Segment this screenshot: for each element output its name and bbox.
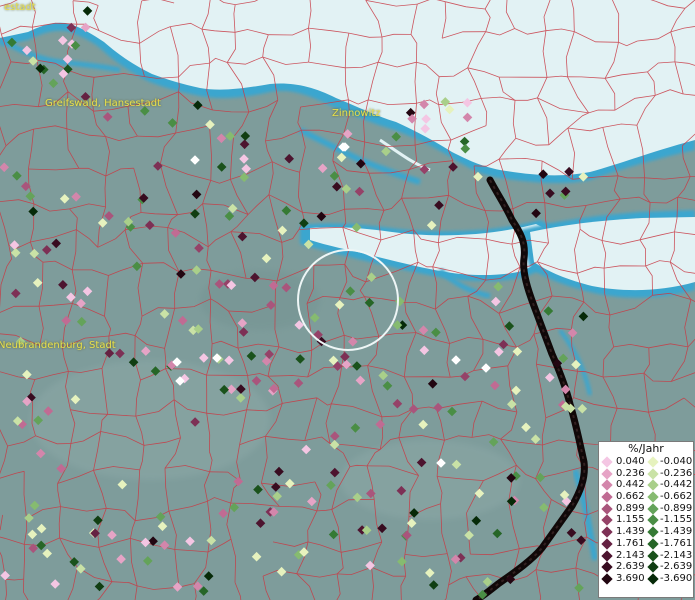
legend-swatch-negative [647, 549, 659, 562]
legend-value-negative: -0.662 [660, 491, 693, 503]
legend-value-negative: -1.761 [660, 537, 693, 549]
legend-row: 0.899 -0.899 [599, 503, 693, 515]
legend-value-positive: 2.639 [616, 561, 645, 573]
legend-row: 0.442 -0.442 [599, 479, 693, 492]
legend-row: 0.236 -0.236 [599, 468, 693, 480]
legend-row: 0.662 -0.662 [599, 491, 693, 503]
legend-value-negative: -2.143 [660, 549, 693, 561]
legend-swatch-negative [647, 491, 659, 503]
legend-row: 1.439 -1.439 [599, 526, 693, 538]
legend-value-negative: -1.155 [660, 514, 693, 526]
legend-swatch-negative [647, 561, 659, 573]
legend-swatch-negative [647, 538, 659, 550]
legend-value-positive: 1.439 [616, 526, 645, 538]
legend-swatch-positive [601, 456, 613, 468]
place-label-top: estadt [4, 2, 36, 13]
legend-swatch-positive [601, 468, 613, 480]
legend-swatch-positive [601, 573, 613, 585]
legend-swatch-positive [601, 514, 613, 527]
legend-value-positive: 0.899 [616, 502, 645, 514]
map-legend: %/Jahr 0.040 -0.040 0.236 -0.236 0.442 -0.442… [598, 441, 694, 598]
legend-value-positive: 1.761 [616, 537, 645, 549]
boundary-line [404, 376, 451, 378]
legend-swatch-negative [647, 456, 659, 468]
legend-title: %/Jahr [628, 442, 664, 455]
legend-value-negative: -0.442 [660, 479, 693, 491]
legend-swatch-positive [601, 538, 613, 550]
legend-value-positive: 0.442 [616, 479, 645, 491]
place-label-greifswald: Greifswald, Hansestadt [45, 98, 161, 109]
legend-swatch-negative [647, 468, 659, 480]
legend-row: 1.761 -1.761 [599, 538, 693, 550]
map-view[interactable]: estadt Greifswald, Hansestadt Zinnowitz … [0, 0, 695, 600]
legend-swatch-negative [647, 514, 659, 527]
legend-swatch-positive [601, 479, 613, 492]
legend-value-negative: -1.439 [660, 526, 693, 538]
legend-value-negative: -0.236 [660, 467, 693, 479]
place-label-zinnowitz: Zinnowitz [332, 108, 381, 119]
legend-swatch-positive [601, 503, 613, 515]
legend-value-positive: 0.236 [616, 467, 645, 479]
legend-swatch-negative [647, 503, 659, 515]
legend-value-negative: -3.690 [660, 572, 693, 584]
legend-swatch-negative [647, 526, 659, 538]
legend-swatch-positive [601, 561, 613, 573]
legend-value-negative: -0.899 [660, 502, 693, 514]
legend-row: 3.690 -3.690 [599, 573, 693, 585]
legend-value-positive: 1.155 [616, 514, 645, 526]
legend-row: 2.639 -2.639 [599, 561, 693, 573]
legend-value-negative: -2.639 [660, 561, 693, 573]
legend-value-positive: 0.662 [616, 491, 645, 503]
legend-swatch-positive [601, 491, 613, 503]
map-canvas[interactable] [0, 0, 695, 600]
legend-swatch-positive [601, 526, 613, 538]
legend-row: 0.040 -0.040 [599, 456, 693, 468]
legend-value-positive: 0.040 [616, 456, 645, 467]
legend-swatch-positive [601, 549, 613, 562]
legend-swatch-negative [647, 573, 659, 585]
legend-rows: 0.040 -0.040 0.236 -0.236 0.442 -0.442 0.662 -0… [599, 456, 693, 585]
place-label-neubrandenburg: Neubrandenburg, Stadt [0, 340, 116, 351]
legend-row: 2.143 -2.143 [599, 550, 693, 562]
legend-swatch-negative [647, 479, 659, 492]
legend-value-negative: -0.040 [660, 456, 693, 467]
legend-row: 1.155 -1.155 [599, 514, 693, 527]
legend-value-positive: 3.690 [616, 572, 645, 584]
legend-value-positive: 2.143 [616, 549, 645, 561]
